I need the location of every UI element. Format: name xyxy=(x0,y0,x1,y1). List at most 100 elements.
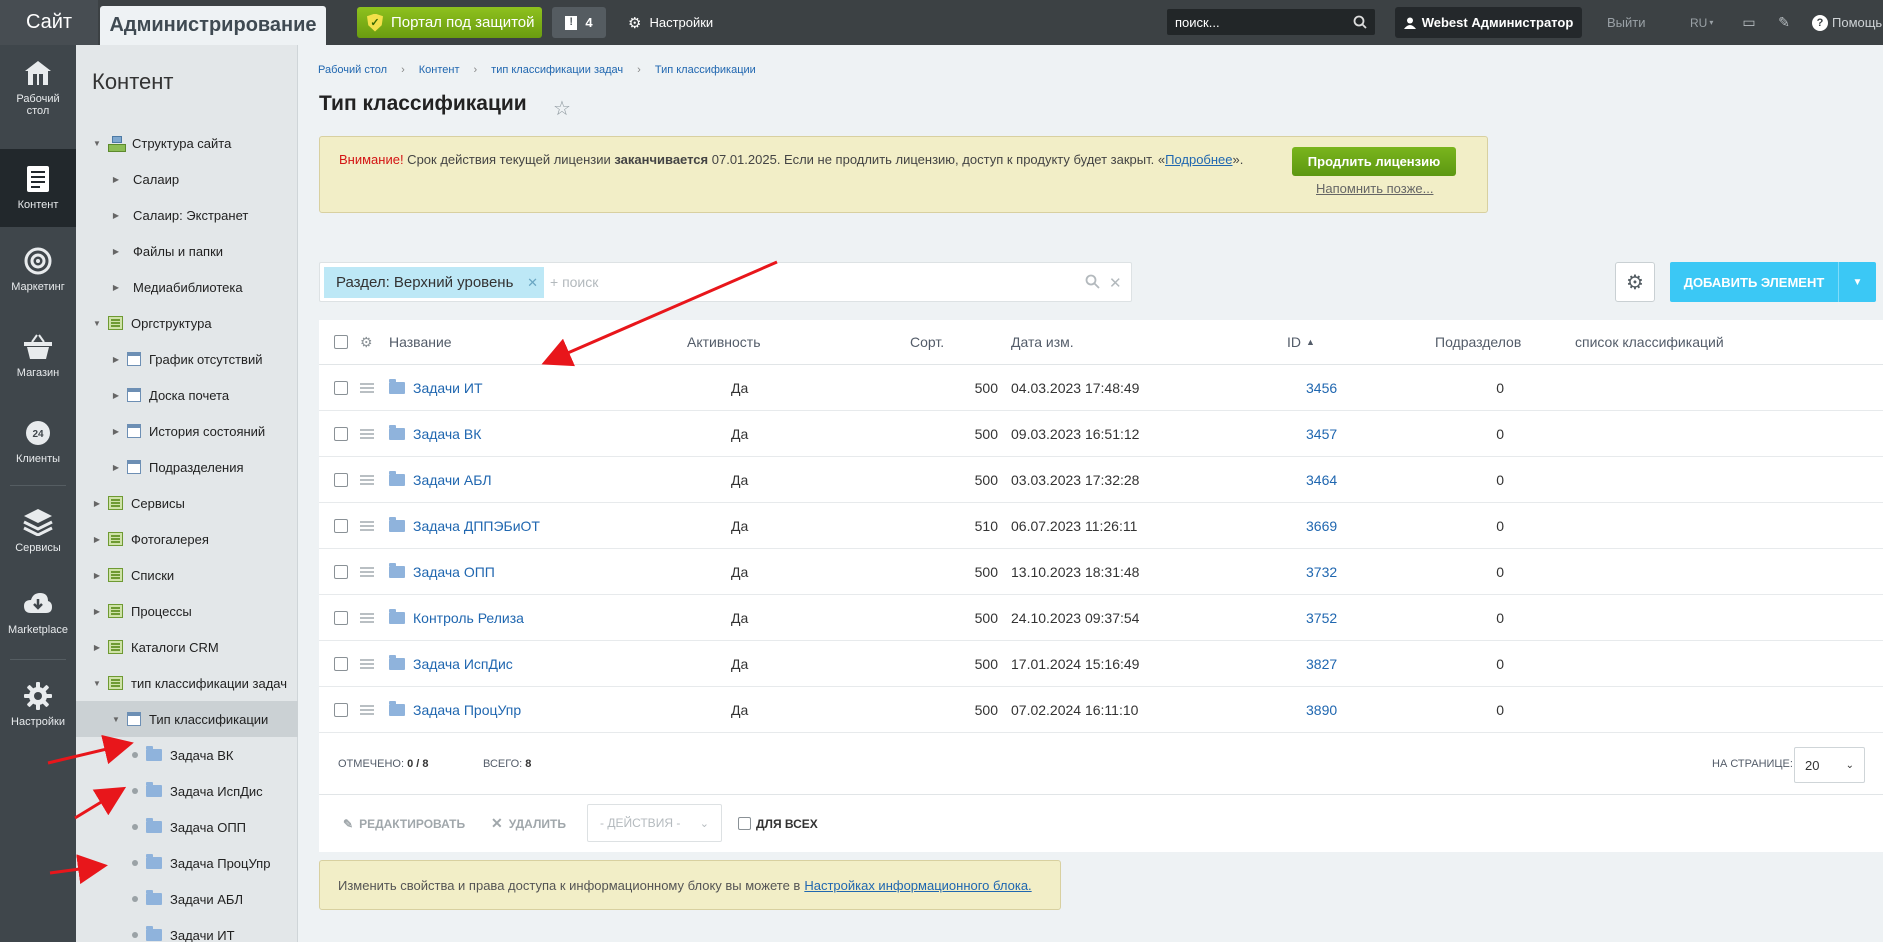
expand-arrow-icon[interactable]: ▶ xyxy=(92,643,102,652)
gear-icon[interactable]: ⚙ xyxy=(360,320,373,364)
delete-button[interactable]: ✕ УДАЛИТЬ xyxy=(491,795,566,852)
tree-item[interactable]: ▼ Оргструктура xyxy=(76,305,298,341)
column-classification-list[interactable]: список классификаций xyxy=(1575,320,1724,364)
pin-icon[interactable]: ✎ xyxy=(1776,14,1792,30)
tree-item[interactable]: ▼ тип классификации задач xyxy=(76,665,298,701)
row-name-link[interactable]: Задача ДППЭБиОТ xyxy=(413,503,540,548)
rail-item-marketplace[interactable]: Marketplace xyxy=(0,574,76,652)
row-id-link[interactable]: 3457 xyxy=(1306,411,1337,456)
column-sort[interactable]: Сорт. xyxy=(910,320,944,364)
column-id[interactable]: ID ▲ xyxy=(1287,320,1315,364)
tree-item[interactable]: ▶ Салаир xyxy=(76,161,298,197)
row-id-link[interactable]: 3464 xyxy=(1306,457,1337,502)
tree-item[interactable]: ▼ Структура сайта xyxy=(76,125,298,161)
chevron-down-icon[interactable]: ▼ xyxy=(1838,262,1876,302)
row-menu-icon[interactable] xyxy=(360,365,374,410)
tree-item[interactable]: ▶ График отсутствий xyxy=(76,341,298,377)
search-icon[interactable] xyxy=(1085,274,1100,293)
window-icon[interactable]: ▭ xyxy=(1741,14,1757,30)
column-name[interactable]: Название xyxy=(389,320,452,364)
star-icon[interactable]: ☆ xyxy=(553,96,571,121)
bullet-icon[interactable] xyxy=(132,932,138,938)
expand-arrow-icon[interactable]: ▶ xyxy=(111,355,121,364)
breadcrumb-item[interactable]: Тип классификации xyxy=(655,64,756,76)
logout-link[interactable]: Выйти xyxy=(1607,0,1646,45)
add-element-button[interactable]: ДОБАВИТЬ ЭЛЕМЕНТ ▼ xyxy=(1670,262,1876,302)
expand-arrow-icon[interactable]: ▶ xyxy=(111,175,121,184)
tree-item[interactable]: ▼ Тип классификации xyxy=(76,701,298,737)
portal-protected-button[interactable]: ✓ Портал под защитой xyxy=(357,7,542,38)
tree-item[interactable]: ▶ Фотогалерея xyxy=(76,521,298,557)
row-id-link[interactable]: 3456 xyxy=(1306,365,1337,410)
row-checkbox[interactable] xyxy=(334,687,348,732)
row-menu-icon[interactable] xyxy=(360,595,374,640)
bullet-icon[interactable] xyxy=(132,788,138,794)
collapse-arrow-icon[interactable]: ▼ xyxy=(92,139,102,148)
grid-settings-button[interactable]: ⚙ xyxy=(1615,262,1655,302)
row-name-link[interactable]: Задача ПроцУпр xyxy=(413,687,521,732)
notifications-button[interactable]: 4 xyxy=(552,7,606,38)
row-menu-icon[interactable] xyxy=(360,503,374,548)
for-all-checkbox[interactable]: ДЛЯ ВСЕХ xyxy=(738,795,818,852)
column-active[interactable]: Активность xyxy=(687,320,761,364)
table-row[interactable]: Задача ПроцУпр Да 500 07.02.2024 16:11:10 38… xyxy=(319,687,1883,733)
rail-item-desktop[interactable]: Рабочий стол xyxy=(0,49,76,127)
table-row[interactable]: Задачи АБЛ Да 500 03.03.2023 17:32:28 3464 0 xyxy=(319,457,1883,503)
site-tab[interactable]: Сайт xyxy=(0,0,98,45)
per-page-select[interactable]: 20 ⌄ xyxy=(1794,747,1865,783)
column-date[interactable]: Дата изм. xyxy=(1011,320,1074,364)
tree-item[interactable]: Задачи ИТ xyxy=(76,917,298,942)
edit-button[interactable]: ✎ РЕДАКТИРОВАТЬ xyxy=(343,795,465,852)
tree-item[interactable]: ▶ Салаир: Экстранет xyxy=(76,197,298,233)
row-name-link[interactable]: Задача ОПП xyxy=(413,549,495,594)
close-icon[interactable]: ✕ xyxy=(1109,274,1122,292)
filter-bar[interactable]: Раздел: Верхний уровень ✕ + поиск ✕ xyxy=(319,262,1132,302)
column-subsections[interactable]: Подразделов xyxy=(1435,320,1521,364)
bullet-icon[interactable] xyxy=(132,896,138,902)
expand-arrow-icon[interactable]: ▶ xyxy=(111,283,121,292)
iblock-settings-link[interactable]: Настройках информационного блока. xyxy=(804,878,1031,893)
table-row[interactable]: Задачи ИТ Да 500 04.03.2023 17:48:49 3456 0 xyxy=(319,365,1883,411)
tree-item[interactable]: ▶ Подразделения xyxy=(76,449,298,485)
row-name-link[interactable]: Задача ИспДис xyxy=(413,641,513,686)
help-link[interactable]: ? Помощь xyxy=(1812,0,1882,45)
collapse-arrow-icon[interactable]: ▼ xyxy=(92,319,102,328)
tree-item[interactable]: Задача ПроцУпр xyxy=(76,845,298,881)
tree-item[interactable]: ▶ Медиабиблиотека xyxy=(76,269,298,305)
rail-item-content[interactable]: Контент xyxy=(0,149,76,227)
close-icon[interactable]: ✕ xyxy=(527,275,538,291)
language-selector[interactable]: RU ▾ xyxy=(1690,0,1713,45)
renew-license-button[interactable]: Продлить лицензию xyxy=(1292,147,1456,176)
row-name-link[interactable]: Контроль Релиза xyxy=(413,595,524,640)
tree-item[interactable]: ▶ Доска почета xyxy=(76,377,298,413)
tree-item[interactable]: ▶ Каталоги CRM xyxy=(76,629,298,665)
tree-item[interactable]: Задача ИспДис xyxy=(76,773,298,809)
row-id-link[interactable]: 3752 xyxy=(1306,595,1337,640)
admin-tab[interactable]: Администрирование xyxy=(100,6,326,45)
table-row[interactable]: Задача ОПП Да 500 13.10.2023 18:31:48 3732 0 xyxy=(319,549,1883,595)
row-menu-icon[interactable] xyxy=(360,641,374,686)
row-id-link[interactable]: 3669 xyxy=(1306,503,1337,548)
tree-item[interactable]: Задача ОПП xyxy=(76,809,298,845)
rail-item-clients[interactable]: 24 Клиенты xyxy=(0,403,76,481)
license-details-link[interactable]: Подробнее xyxy=(1165,152,1232,167)
expand-arrow-icon[interactable]: ▶ xyxy=(111,463,121,472)
search-input[interactable]: поиск... xyxy=(1167,9,1375,35)
expand-arrow-icon[interactable]: ▶ xyxy=(92,535,102,544)
settings-link[interactable]: ⚙ Настройки xyxy=(628,0,713,45)
row-checkbox[interactable] xyxy=(334,641,348,686)
row-checkbox[interactable] xyxy=(334,595,348,640)
bullet-icon[interactable] xyxy=(132,824,138,830)
breadcrumb-item[interactable]: тип классификации задач xyxy=(491,64,623,76)
user-menu-button[interactable]: Webest Администратор xyxy=(1395,7,1582,38)
table-row[interactable]: Задача ДППЭБиОТ Да 510 06.07.2023 11:26:11 3… xyxy=(319,503,1883,549)
tree-item[interactable]: Задача ВК xyxy=(76,737,298,773)
expand-arrow-icon[interactable]: ▶ xyxy=(111,391,121,400)
expand-arrow-icon[interactable]: ▶ xyxy=(92,607,102,616)
row-id-link[interactable]: 3732 xyxy=(1306,549,1337,594)
collapse-arrow-icon[interactable]: ▼ xyxy=(92,679,102,688)
bullet-icon[interactable] xyxy=(132,752,138,758)
rail-item-services[interactable]: Сервисы xyxy=(0,492,76,570)
rail-item-settings[interactable]: Настройки xyxy=(0,666,76,744)
filter-search-input[interactable]: + поиск xyxy=(550,274,598,290)
